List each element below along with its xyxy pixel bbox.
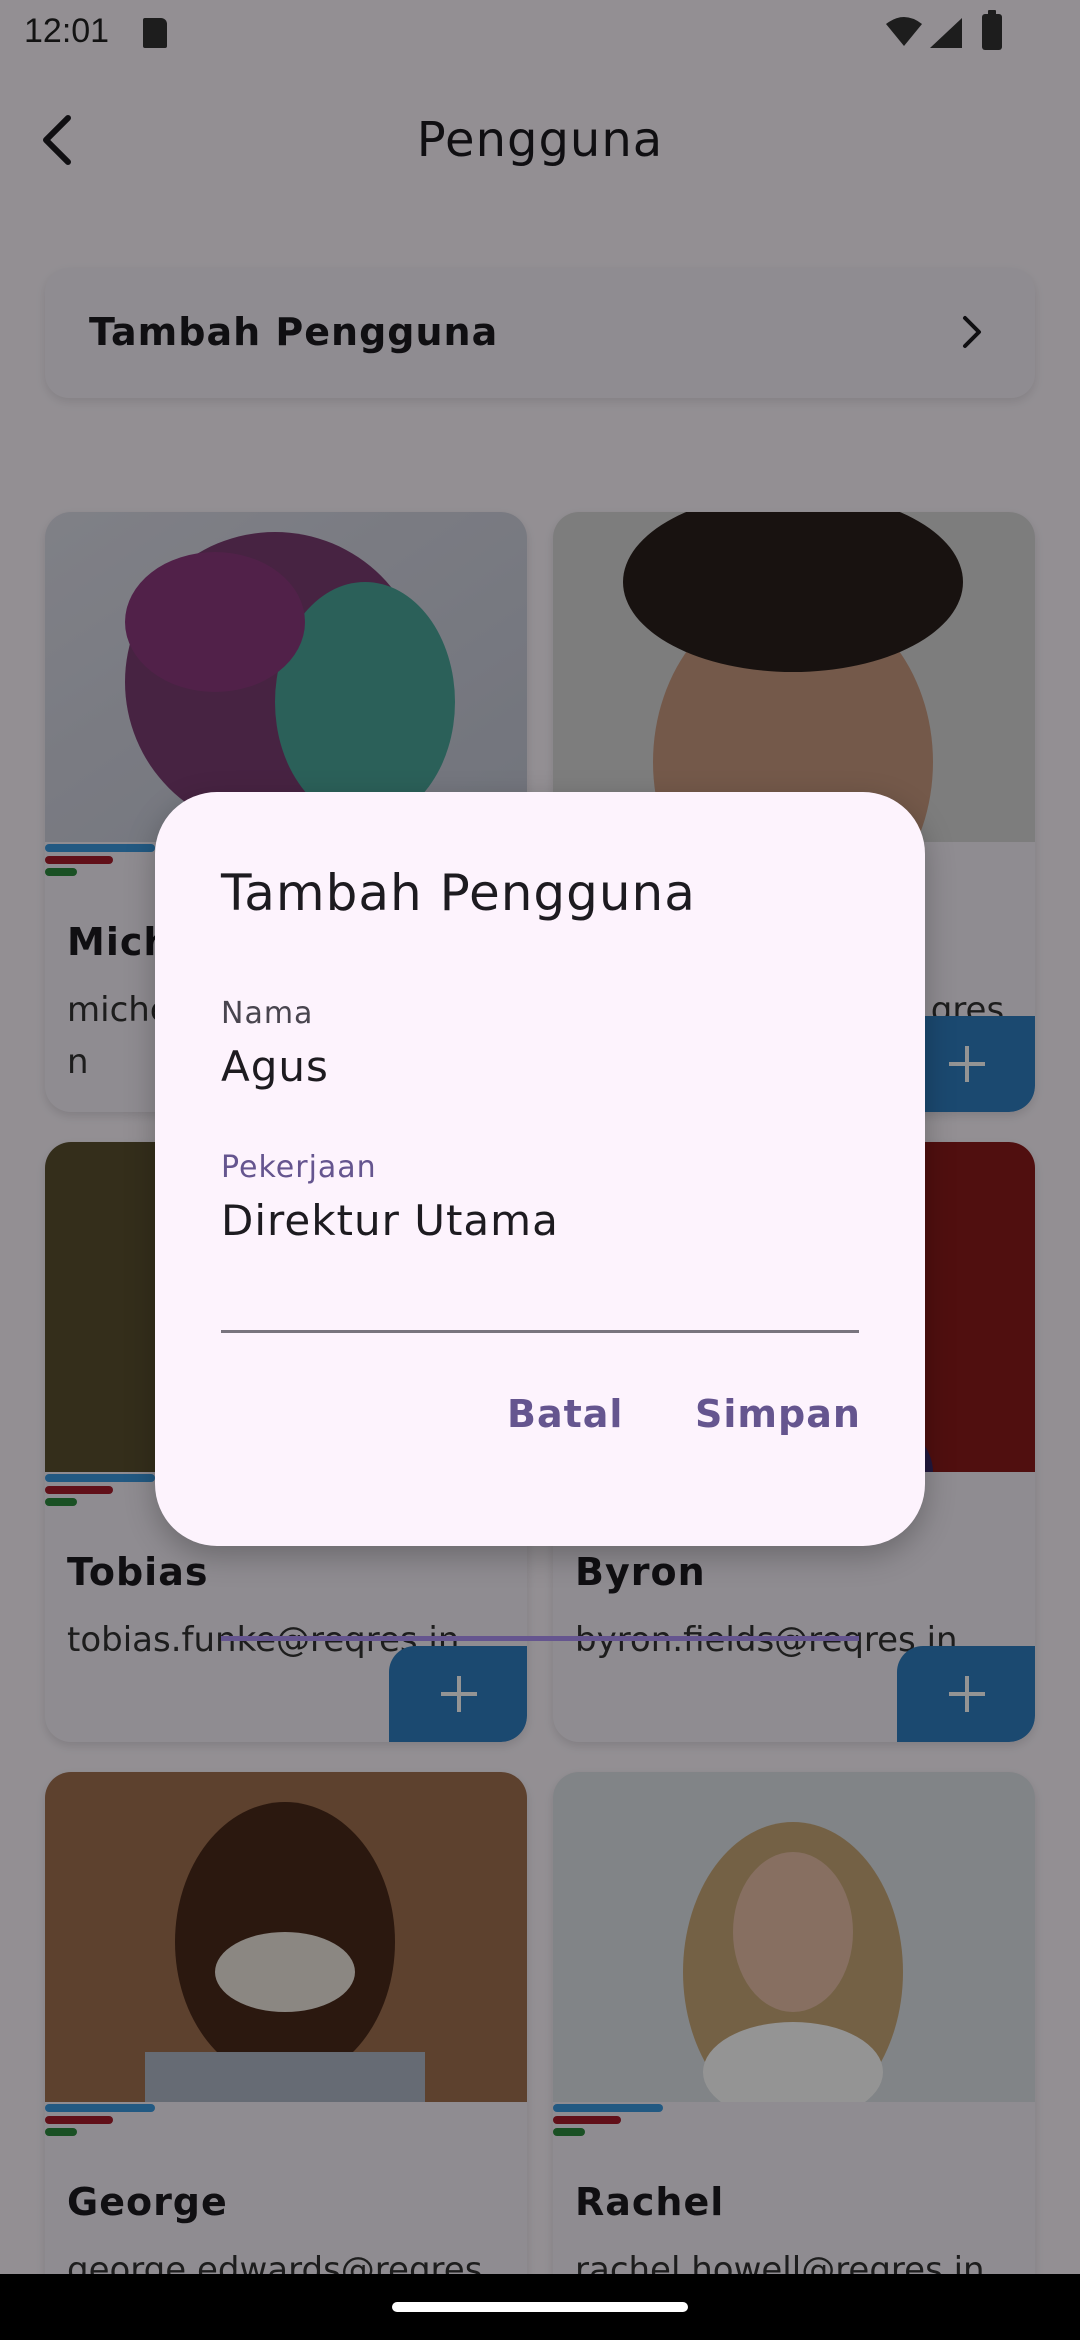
job-field[interactable]: Pekerjaan Direktur Utama — [221, 1150, 859, 1641]
name-field-value[interactable]: Agus — [221, 1042, 329, 1091]
name-field-label: Nama — [221, 996, 314, 1031]
name-field-underline — [221, 1330, 859, 1333]
users-screen: 12:01 Pengguna Tambah Pengguna Mich mich… — [0, 0, 1080, 2340]
save-button[interactable]: Simpan — [685, 1384, 871, 1444]
gesture-handle[interactable] — [392, 2302, 688, 2312]
system-nav-bar — [0, 2274, 1080, 2340]
job-field-value[interactable]: Direktur Utama — [221, 1196, 559, 1245]
name-field[interactable]: Nama Agus — [221, 996, 859, 1333]
add-user-dialog: Tambah Pengguna Nama Agus Pekerjaan Dire… — [155, 792, 925, 1641]
job-field-underline — [221, 1636, 859, 1641]
job-field-label: Pekerjaan — [221, 1150, 377, 1185]
dialog-title: Tambah Pengguna — [221, 864, 696, 922]
cancel-button[interactable]: Batal — [497, 1384, 633, 1444]
